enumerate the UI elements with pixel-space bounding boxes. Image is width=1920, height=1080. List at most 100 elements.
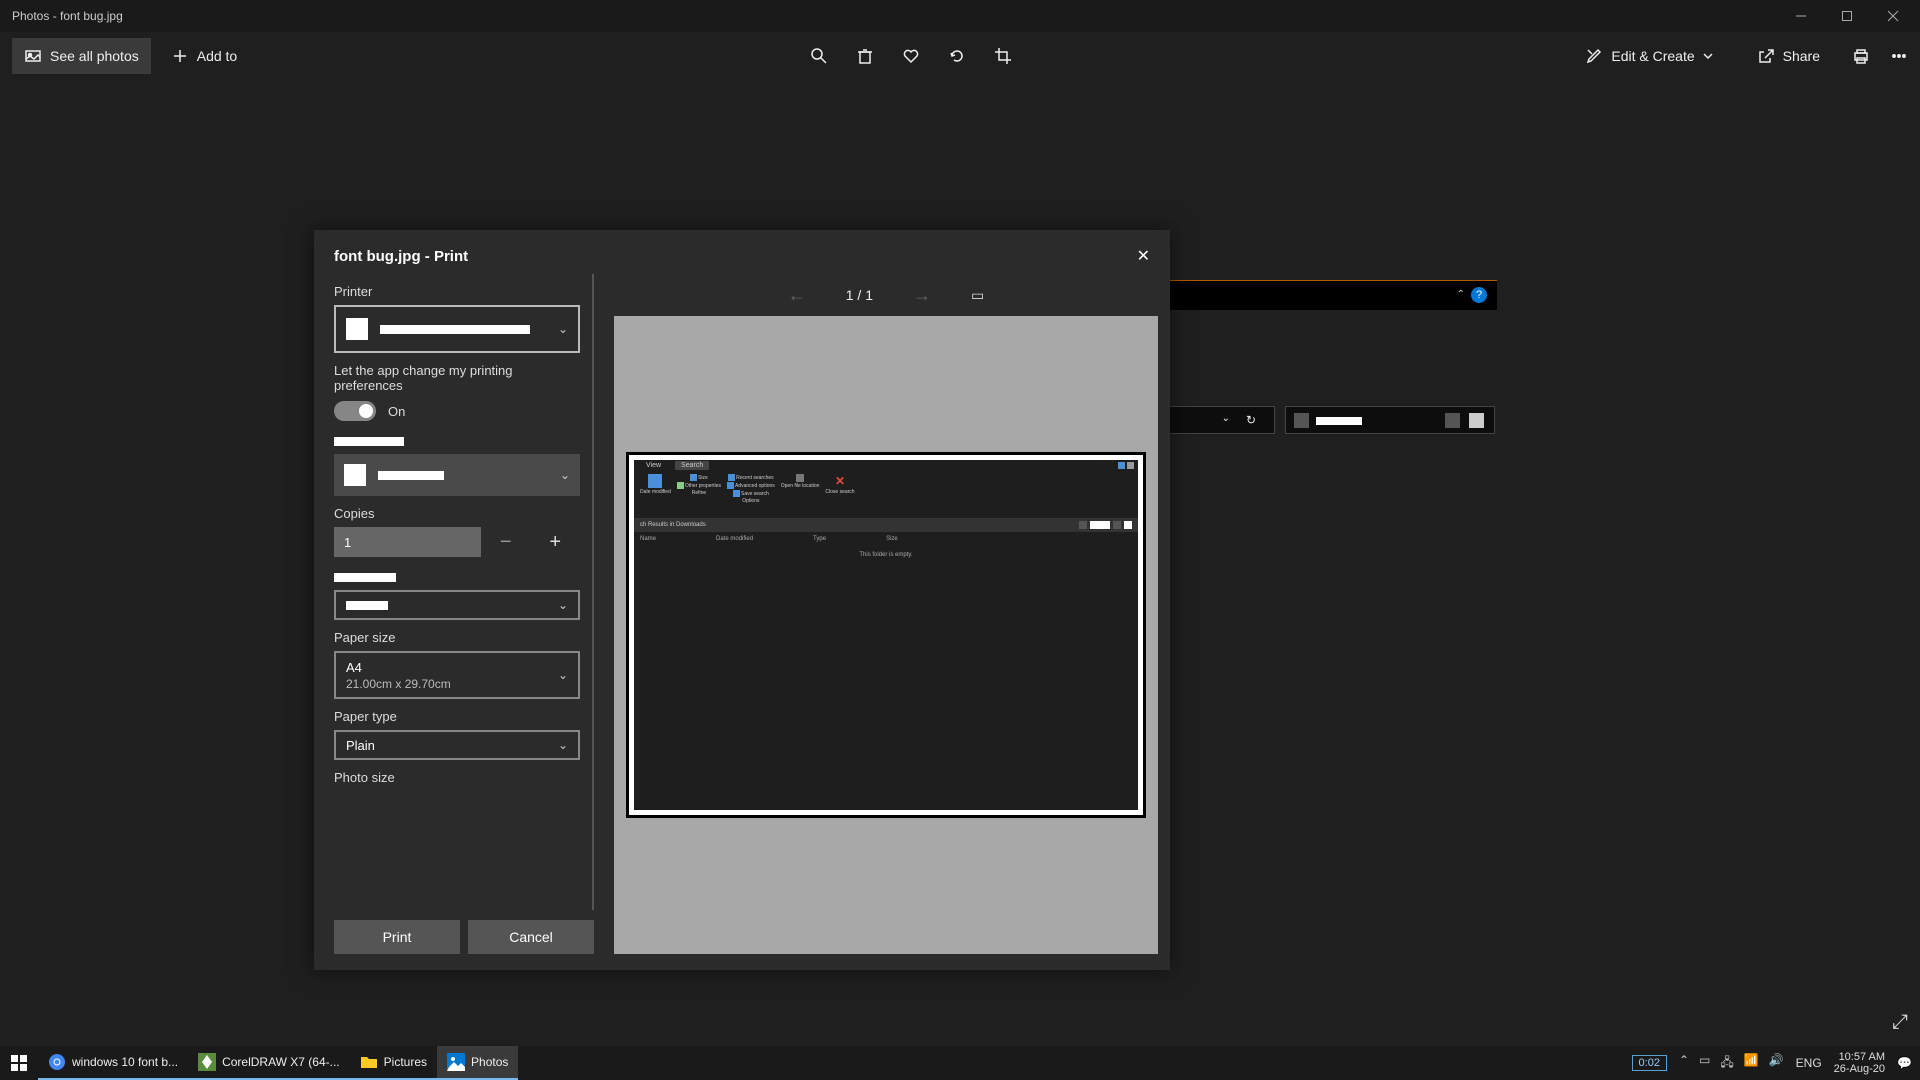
favorite-icon[interactable]	[902, 47, 920, 65]
printer-label: Printer	[334, 284, 580, 299]
paper-size-label: Paper size	[334, 630, 580, 645]
quality-select[interactable]: ⌄	[334, 590, 580, 620]
taskbar-item-photos[interactable]: Photos	[437, 1046, 518, 1080]
preview-ribbon-label: Date modified	[640, 489, 671, 495]
tray-chevron-up-icon[interactable]: ⌃	[1679, 1053, 1689, 1074]
edit-icon	[1585, 47, 1603, 65]
preview-bar-icon	[1079, 521, 1087, 529]
tray-language[interactable]: ENG	[1796, 1056, 1822, 1070]
copies-label: Copies	[334, 506, 580, 521]
photo-size-label: Photo size	[334, 770, 580, 785]
tray-time: 10:57 AM	[1834, 1051, 1885, 1063]
plus-icon	[171, 47, 189, 65]
preview-ribbon-icon	[796, 474, 804, 482]
tray-volume-icon[interactable]: 🔊	[1769, 1053, 1784, 1074]
paper-type-value: Plain	[346, 738, 375, 753]
edit-create-button[interactable]: Edit & Create	[1573, 38, 1724, 74]
toggle-state: On	[388, 404, 405, 419]
chrome-icon	[48, 1053, 66, 1071]
start-button[interactable]	[0, 1046, 38, 1080]
taskbar-item-pictures[interactable]: Pictures	[350, 1046, 437, 1080]
paper-size-sub: 21.00cm x 29.70cm	[346, 677, 451, 691]
close-button[interactable]	[1870, 0, 1916, 32]
printer-name-redacted	[380, 325, 530, 334]
content-area: ⌃ ? ⌄ ↻ ⤢ font bug.jpg - Print ✕ Printer	[0, 80, 1920, 1046]
preview-ribbon-icon	[690, 474, 697, 481]
cancel-button[interactable]: Cancel	[468, 920, 594, 954]
taskbar-item-chrome[interactable]: windows 10 font b...	[38, 1046, 188, 1080]
refresh-icon: ↻	[1246, 413, 1256, 427]
paper-size-select[interactable]: A4 21.00cm x 29.70cm ⌄	[334, 651, 580, 699]
preview-breadcrumb: ch Results in Downloads	[640, 522, 706, 528]
tray-network-icon[interactable]: 🖧	[1720, 1053, 1733, 1074]
folder-icon	[360, 1053, 378, 1071]
share-button[interactable]: Share	[1745, 38, 1832, 74]
share-label: Share	[1783, 48, 1820, 64]
preview-ribbon-icon	[728, 474, 735, 481]
preview-ribbon-label: Other properties	[685, 483, 721, 489]
more-icon[interactable]	[1890, 47, 1908, 65]
rotate-icon[interactable]	[948, 47, 966, 65]
copies-minus-button[interactable]: −	[481, 527, 531, 557]
orientation-value-redacted	[378, 471, 444, 480]
ghost-redacted	[1316, 417, 1362, 425]
fullscreen-icon[interactable]: ⤢	[1892, 1011, 1908, 1034]
paper-type-select[interactable]: Plain ⌄	[334, 730, 580, 760]
taskbar-item-corel[interactable]: CorelDRAW X7 (64-...	[188, 1046, 350, 1080]
minimize-button[interactable]	[1778, 0, 1824, 32]
edit-create-label: Edit & Create	[1611, 48, 1694, 64]
tray-battery-icon[interactable]: ▭	[1699, 1053, 1710, 1074]
preview-column: Date modified	[716, 536, 753, 542]
preview-bar-icon	[1113, 521, 1121, 529]
orientation-select[interactable]: ⌄	[334, 454, 580, 496]
paper-size-value: A4	[346, 660, 451, 675]
command-bar: See all photos Add to Edit & Create Shar…	[0, 32, 1920, 80]
chevron-up-icon: ⌃	[1457, 289, 1465, 300]
preview-tab: View	[640, 461, 667, 470]
next-page-button[interactable]: →	[913, 285, 931, 306]
copies-input[interactable]: 1	[334, 527, 481, 557]
delete-icon[interactable]	[856, 47, 874, 65]
quality-value-redacted	[346, 601, 388, 610]
collection-icon	[24, 47, 42, 65]
preview-bar-icon	[1124, 521, 1132, 529]
printer-select[interactable]: ⌄	[334, 305, 580, 353]
titlebar: Photos - font bug.jpg	[0, 0, 1920, 32]
preview-tab: Search	[675, 461, 709, 470]
zoom-icon[interactable]	[810, 47, 828, 65]
app-change-toggle[interactable]	[334, 401, 376, 421]
print-dialog: font bug.jpg - Print ✕ Printer ⌄ Let the…	[314, 230, 1170, 970]
full-page-icon[interactable]: ▭	[971, 287, 984, 304]
preview-ribbon-icon	[677, 482, 684, 489]
add-to-button[interactable]: Add to	[159, 38, 249, 74]
tray-clock[interactable]: 10:57 AM 26-Aug-20	[1834, 1051, 1885, 1075]
preview-bar-redacted	[1090, 521, 1110, 529]
copies-plus-button[interactable]: +	[530, 527, 580, 557]
close-icon[interactable]: ✕	[1137, 246, 1150, 266]
chevron-down-icon: ⌄	[558, 322, 568, 336]
ghost-search	[1285, 406, 1495, 434]
preview-ribbon-icon	[733, 490, 740, 497]
ghost-icon	[1445, 413, 1460, 428]
see-all-label: See all photos	[50, 48, 139, 64]
help-icon: ?	[1471, 287, 1487, 303]
preview-ribbon-label: Recent searches	[736, 475, 774, 481]
chevron-down-icon: ⌄	[558, 598, 568, 612]
preview-ribbon-label: Save search	[741, 491, 769, 497]
redacted-label	[334, 573, 396, 582]
prev-page-button[interactable]: ←	[788, 285, 806, 306]
tray-wifi-icon[interactable]: 📶	[1744, 1053, 1759, 1074]
window-controls	[1778, 0, 1916, 32]
window-title: Photos - font bug.jpg	[12, 9, 123, 23]
see-all-photos-button[interactable]: See all photos	[12, 38, 151, 74]
add-to-label: Add to	[197, 48, 237, 64]
print-preview-panel: ← 1 / 1 → ▭ View Search	[614, 274, 1170, 968]
maximize-button[interactable]	[1824, 0, 1870, 32]
recording-badge[interactable]: 0:02	[1632, 1055, 1667, 1071]
preview-column: Name	[640, 536, 656, 542]
tray-notifications-icon[interactable]: 💬	[1897, 1056, 1912, 1070]
print-button[interactable]: Print	[334, 920, 460, 954]
crop-icon[interactable]	[994, 47, 1012, 65]
print-icon[interactable]	[1852, 47, 1870, 65]
preview-window-icon	[1127, 462, 1134, 469]
